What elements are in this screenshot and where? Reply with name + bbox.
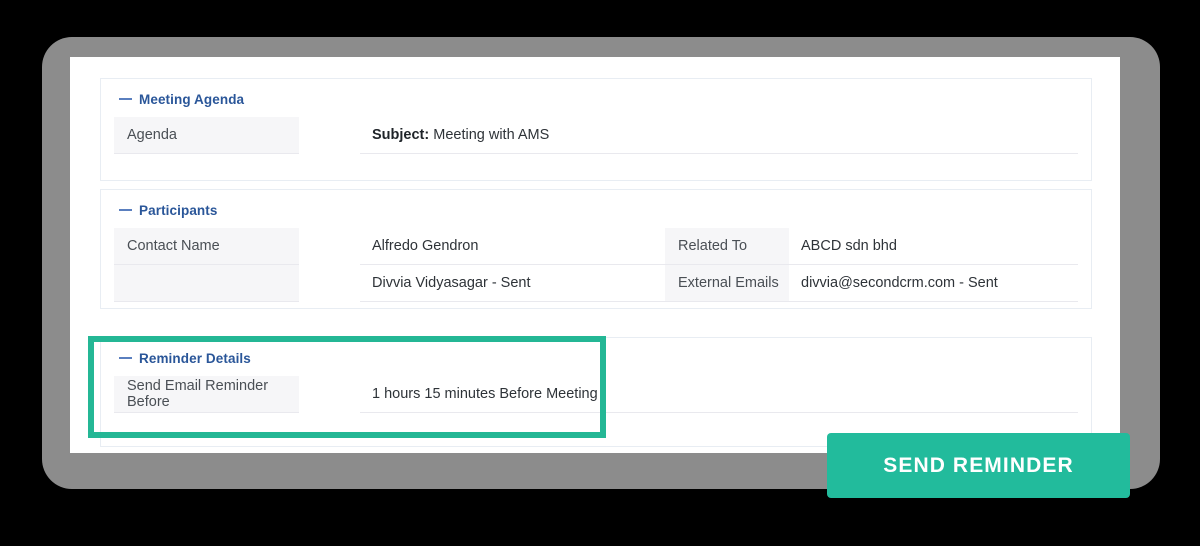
field-label-agenda: Agenda (114, 117, 299, 154)
field-rows-meeting-agenda: Agenda Subject: Meeting with AMS (114, 117, 1078, 154)
field-label-external-emails: External Emails (665, 265, 789, 302)
field-value-send-email-reminder-before[interactable]: 1 hours 15 minutes Before Meeting (360, 376, 1078, 413)
table-row: Divvia Vidyasagar - Sent External Emails… (114, 265, 1078, 302)
panel-participants: Participants Contact Name Alfredo Gendro… (100, 189, 1092, 309)
panel-title-reminder-details[interactable]: Reminder Details (119, 351, 251, 366)
field-value-participant-2[interactable]: Divvia Vidyasagar - Sent (360, 265, 665, 302)
minus-icon[interactable] (119, 209, 132, 212)
field-label-contact-name: Contact Name (114, 228, 299, 265)
cell-spacer (299, 265, 360, 302)
field-value-external-emails[interactable]: divvia@secondcrm.com - Sent (789, 265, 1078, 302)
table-row: Agenda Subject: Meeting with AMS (114, 117, 1078, 154)
panel-reminder-details: Reminder Details Send Email Reminder Bef… (100, 337, 1092, 447)
field-rows-reminder-details: Send Email Reminder Before 1 hours 15 mi… (114, 376, 1078, 413)
field-value-agenda[interactable]: Subject: Meeting with AMS (360, 117, 1078, 154)
app-card: Meeting Agenda Agenda Subject: Meeting w… (70, 57, 1120, 453)
minus-icon[interactable] (119, 357, 132, 360)
panel-title-meeting-agenda[interactable]: Meeting Agenda (119, 92, 244, 107)
subject-label: Subject: (372, 127, 430, 143)
subject-value: Meeting with AMS (433, 127, 550, 143)
panel-title-text: Participants (139, 203, 218, 218)
table-row: Contact Name Alfredo Gendron Related To … (114, 228, 1078, 265)
field-rows-participants: Contact Name Alfredo Gendron Related To … (114, 228, 1078, 302)
cell-spacer (299, 117, 360, 154)
panel-title-text: Reminder Details (139, 351, 251, 366)
field-label-related-to: Related To (665, 228, 789, 265)
screenshot-root: Meeting Agenda Agenda Subject: Meeting w… (0, 0, 1200, 546)
field-label-send-email-reminder-before: Send Email Reminder Before (114, 376, 299, 413)
panel-title-text: Meeting Agenda (139, 92, 245, 107)
field-label-contact-name-empty (114, 265, 299, 302)
panel-title-participants[interactable]: Participants (119, 203, 217, 218)
cell-spacer (299, 228, 360, 265)
field-value-contact-name[interactable]: Alfredo Gendron (360, 228, 665, 265)
send-reminder-button[interactable]: Send Reminder (827, 433, 1130, 498)
table-row: Send Email Reminder Before 1 hours 15 mi… (114, 376, 1078, 413)
minus-icon[interactable] (119, 98, 132, 101)
panel-meeting-agenda: Meeting Agenda Agenda Subject: Meeting w… (100, 78, 1092, 181)
field-value-related-to[interactable]: ABCD sdn bhd (789, 228, 1078, 265)
cell-spacer (299, 376, 360, 413)
